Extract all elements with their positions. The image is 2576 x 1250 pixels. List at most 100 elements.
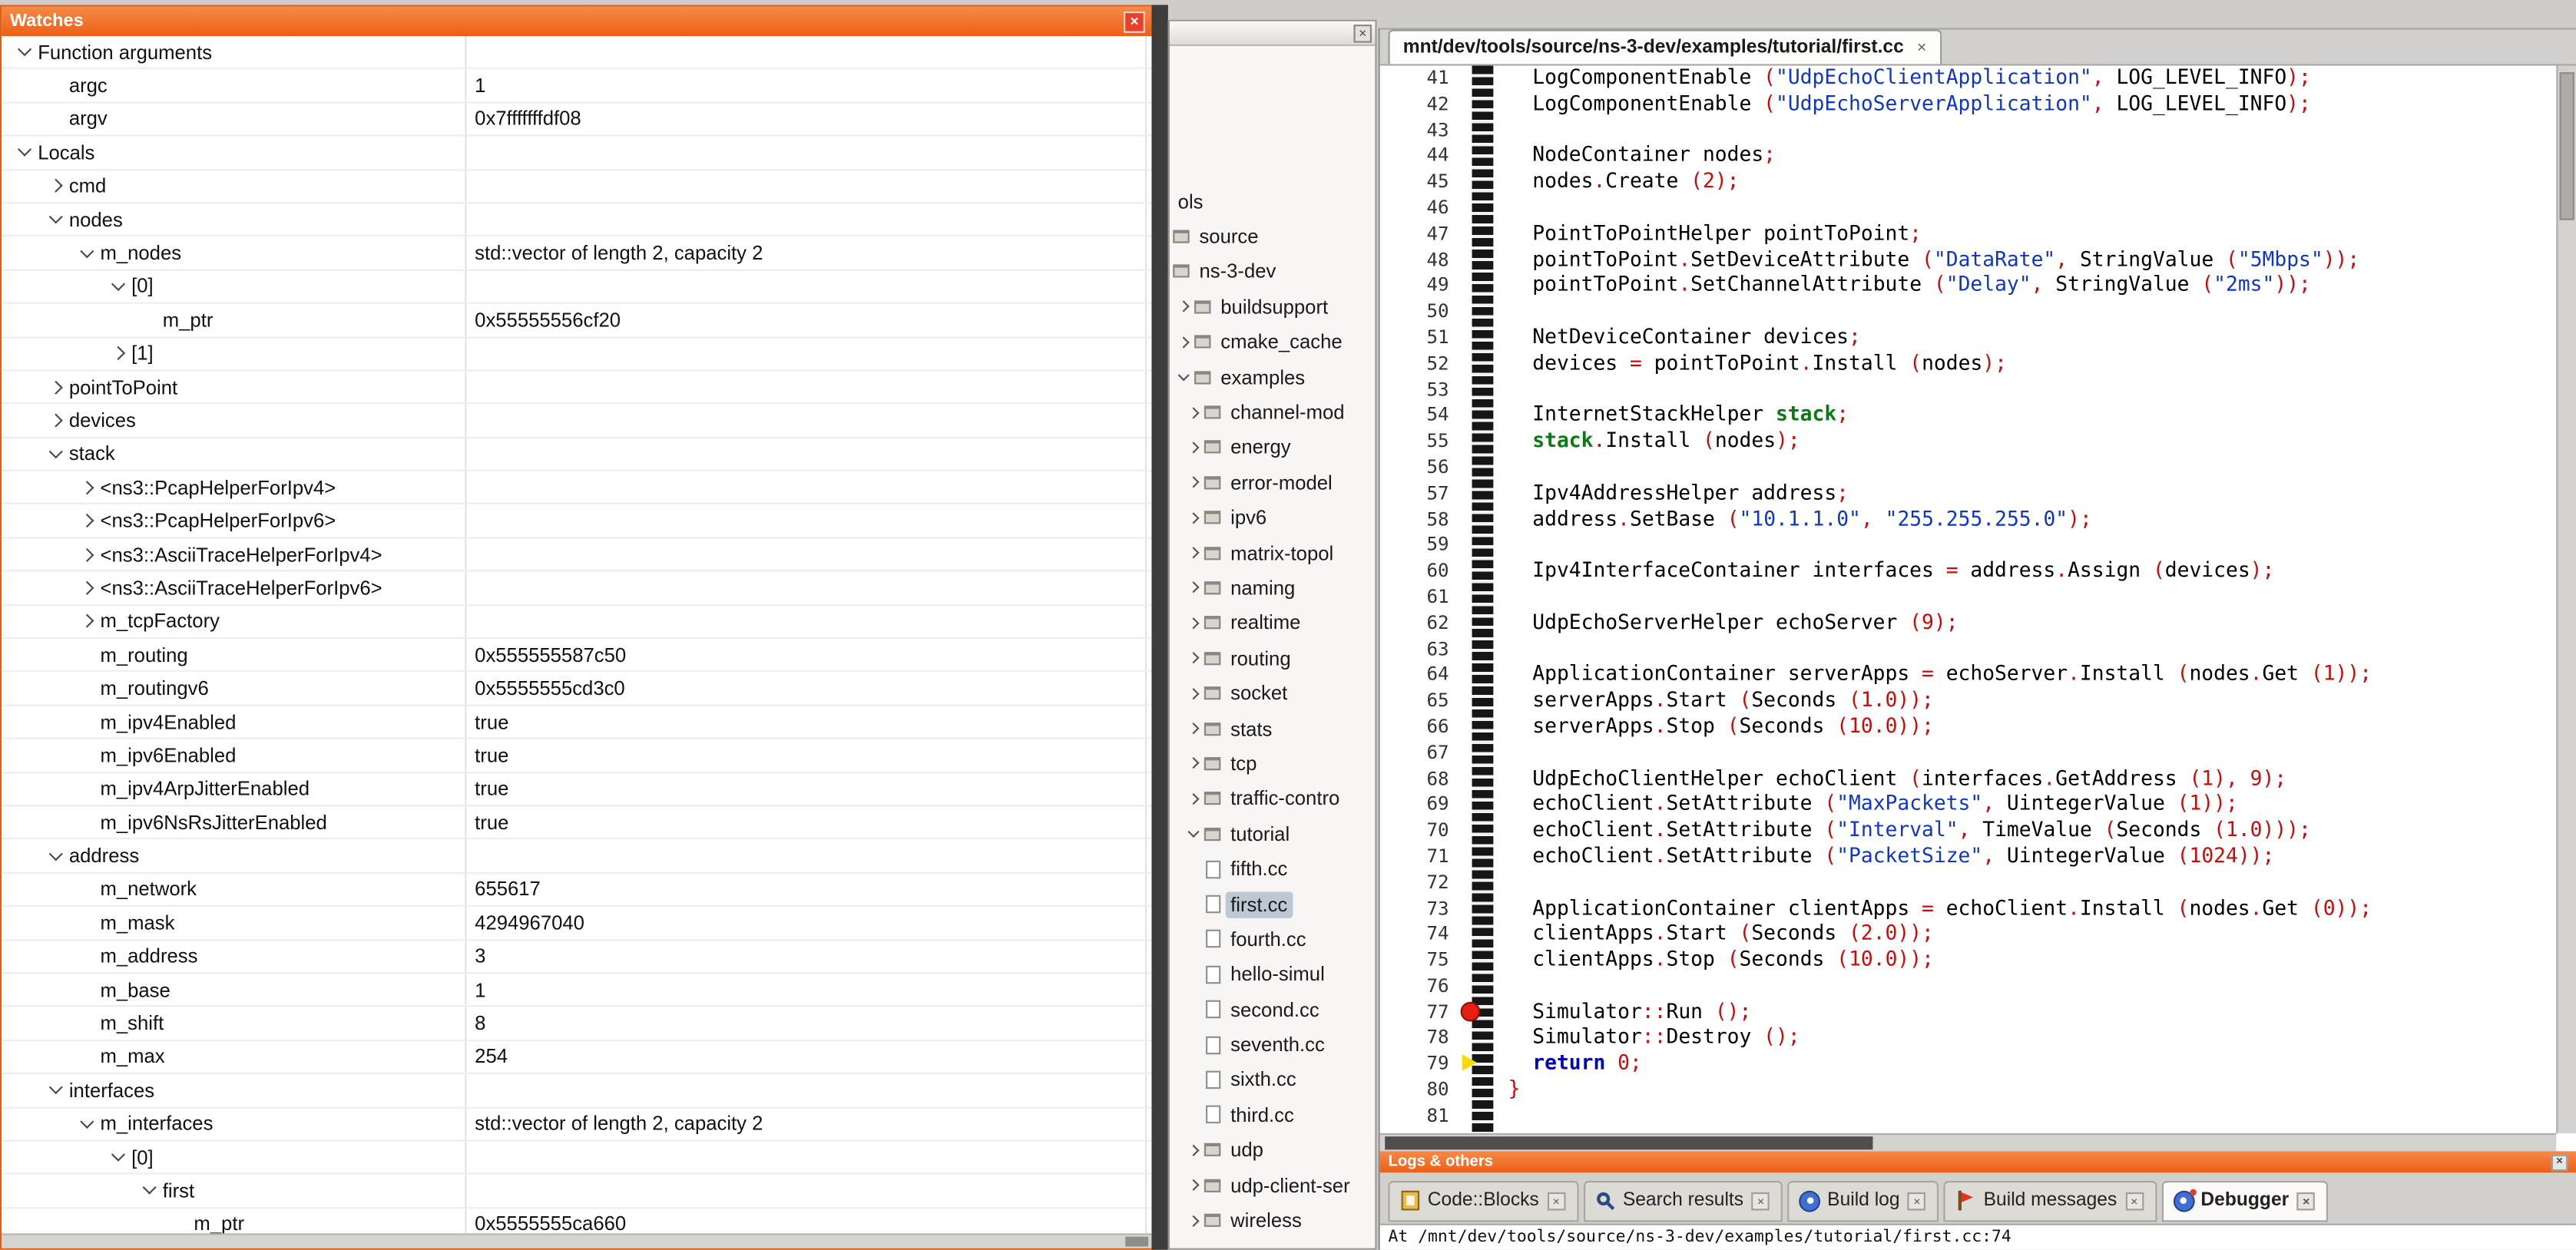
code-line[interactable]: 65 serverApps.Start (Seconds (1.0)); [1380, 689, 2557, 715]
line-number[interactable]: 53 [1380, 377, 1452, 403]
watches-hscrollbar-thumb[interactable] [1125, 1237, 1148, 1247]
line-number[interactable]: 51 [1380, 325, 1452, 351]
editor-vscrollbar-thumb[interactable] [2560, 72, 2574, 220]
collapse-icon[interactable] [43, 853, 69, 858]
expand-icon[interactable] [43, 415, 69, 425]
log-tab-build-messages[interactable]: Build messages× [1944, 1180, 2156, 1221]
expand-icon[interactable] [1183, 724, 1204, 732]
line-number[interactable]: 58 [1380, 507, 1452, 533]
line-number[interactable]: 77 [1380, 1000, 1452, 1026]
expand-icon[interactable] [1183, 1216, 1204, 1225]
line-number[interactable]: 71 [1380, 844, 1452, 870]
watch-row[interactable]: <ns3::AsciiTraceHelperForIpv6> [2, 572, 1153, 606]
watch-row[interactable]: m_mask4294967040 [2, 907, 1153, 941]
close-icon[interactable]: × [1752, 1192, 1770, 1210]
watch-row[interactable]: m_tcpFactory [2, 606, 1153, 640]
collapse-icon[interactable] [1173, 375, 1194, 379]
collapse-icon[interactable] [12, 50, 38, 55]
collapse-icon[interactable] [74, 1121, 100, 1126]
tree-item-tutorial[interactable]: tutorial [1170, 816, 1375, 852]
close-icon[interactable]: × [2551, 1154, 2568, 1170]
watch-row[interactable]: interfaces [2, 1074, 1153, 1108]
code-line[interactable]: 62 UdpEchoServerHelper echoServer (9); [1380, 610, 2557, 637]
watch-row[interactable]: [1] [2, 338, 1153, 372]
watch-row[interactable]: cmd [2, 170, 1153, 204]
watch-row[interactable]: m_shift8 [2, 1007, 1153, 1041]
tree-item-hello-simul[interactable]: hello-simul [1170, 957, 1375, 992]
watch-row[interactable]: <ns3::PcapHelperForIpv6> [2, 505, 1153, 539]
watch-row[interactable]: m_nodesstd::vector of length 2, capacity… [2, 237, 1153, 271]
watch-row[interactable]: [0] [2, 1141, 1153, 1175]
line-number[interactable]: 72 [1380, 870, 1452, 896]
tree-item-traffic-contro[interactable]: traffic-contro [1170, 781, 1375, 816]
line-number[interactable]: 43 [1380, 117, 1452, 144]
tree-item-fifth-cc[interactable]: fifth.cc [1170, 852, 1375, 887]
code-line[interactable]: 63 [1380, 637, 2557, 663]
code-line[interactable]: 72 [1380, 870, 2557, 896]
code-line[interactable]: 50 [1380, 299, 2557, 326]
watch-row[interactable]: stack [2, 438, 1153, 471]
line-number[interactable]: 47 [1380, 221, 1452, 247]
expand-icon[interactable] [1183, 584, 1204, 592]
close-icon[interactable]: × [1547, 1192, 1565, 1210]
collapse-icon[interactable] [105, 284, 131, 289]
breakpoint-icon[interactable] [1461, 1002, 1481, 1022]
code-line[interactable]: 41 LogComponentEnable ("UdpEchoClientApp… [1380, 66, 2557, 92]
code-line[interactable]: 81 [1380, 1103, 2557, 1129]
watch-row[interactable]: m_ipv4ArpJitterEnabledtrue [2, 773, 1153, 807]
line-number[interactable]: 48 [1380, 247, 1452, 273]
code-line[interactable]: 79 return 0; [1380, 1052, 2557, 1078]
tree-item-udp[interactable]: udp [1170, 1133, 1375, 1168]
watch-row[interactable]: address [2, 840, 1153, 874]
watch-row[interactable]: [0] [2, 270, 1153, 304]
logs-titlebar[interactable]: Logs & others × [1380, 1151, 2576, 1172]
watch-row[interactable]: m_address3 [2, 941, 1153, 974]
close-icon[interactable]: × [1917, 38, 1926, 57]
line-number[interactable]: 78 [1380, 1026, 1452, 1052]
code-line[interactable]: 57 Ipv4AddressHelper address; [1380, 481, 2557, 507]
watch-row[interactable]: <ns3::PcapHelperForIpv4> [2, 471, 1153, 505]
line-number[interactable]: 68 [1380, 766, 1452, 792]
code-line[interactable]: 70 echoClient.SetAttribute ("Interval", … [1380, 818, 2557, 844]
tree-item-routing[interactable]: routing [1170, 640, 1375, 676]
watch-row[interactable]: Function arguments [2, 36, 1153, 70]
expand-icon[interactable] [1173, 303, 1194, 311]
line-number[interactable]: 76 [1380, 974, 1452, 1000]
expand-icon[interactable] [43, 181, 69, 191]
code-line[interactable]: 49 pointToPoint.SetChannelAttribute ("De… [1380, 273, 2557, 299]
expand-icon[interactable] [1183, 478, 1204, 487]
log-tab-debugger[interactable]: Debugger× [2161, 1180, 2328, 1221]
expand-icon[interactable] [1183, 408, 1204, 417]
code-line[interactable]: 74 clientApps.Start (Seconds (2.0)); [1380, 922, 2557, 948]
code-line[interactable]: 58 address.SetBase ("10.1.1.0", "255.255… [1380, 507, 2557, 533]
code-line[interactable]: 77 Simulator::Run (); [1380, 1000, 2557, 1026]
line-number[interactable]: 70 [1380, 818, 1452, 844]
tree-item-udp-client-ser[interactable]: udp-client-ser [1170, 1168, 1375, 1203]
code-line[interactable]: 66 serverApps.Stop (Seconds (10.0)); [1380, 714, 2557, 740]
expand-icon[interactable] [74, 617, 100, 627]
tree-item-sixth-cc[interactable]: sixth.cc [1170, 1062, 1375, 1097]
tree-item-buildsupport[interactable]: buildsupport [1170, 289, 1375, 325]
project-panel-titlebar[interactable]: × [1170, 21, 1375, 46]
watch-row[interactable]: m_ipv4Enabledtrue [2, 706, 1153, 739]
code-line[interactable]: 52 devices = pointToPoint.Install (nodes… [1380, 351, 2557, 377]
expand-icon[interactable] [1183, 443, 1204, 451]
line-number[interactable]: 62 [1380, 610, 1452, 637]
code-line[interactable]: 59 [1380, 533, 2557, 559]
code-line[interactable]: 68 UdpEchoClientHelper echoClient (inter… [1380, 766, 2557, 792]
close-icon[interactable]: × [1124, 11, 1145, 32]
collapse-icon[interactable] [105, 1155, 131, 1159]
watch-row[interactable]: <ns3::AsciiTraceHelperForIpv4> [2, 538, 1153, 572]
watch-row[interactable]: devices [2, 405, 1153, 438]
expand-icon[interactable] [105, 349, 131, 359]
line-number[interactable]: 79 [1380, 1052, 1452, 1078]
line-number[interactable]: 69 [1380, 792, 1452, 818]
watch-row[interactable]: m_routing0x555555587c50 [2, 639, 1153, 673]
watch-row[interactable]: argc1 [2, 70, 1153, 104]
collapse-icon[interactable] [43, 217, 69, 222]
tree-item-error-model[interactable]: error-model [1170, 465, 1375, 501]
line-number[interactable]: 80 [1380, 1077, 1452, 1103]
line-number[interactable]: 75 [1380, 947, 1452, 974]
expand-icon[interactable] [1183, 619, 1204, 627]
watch-row[interactable]: Locals [2, 137, 1153, 170]
